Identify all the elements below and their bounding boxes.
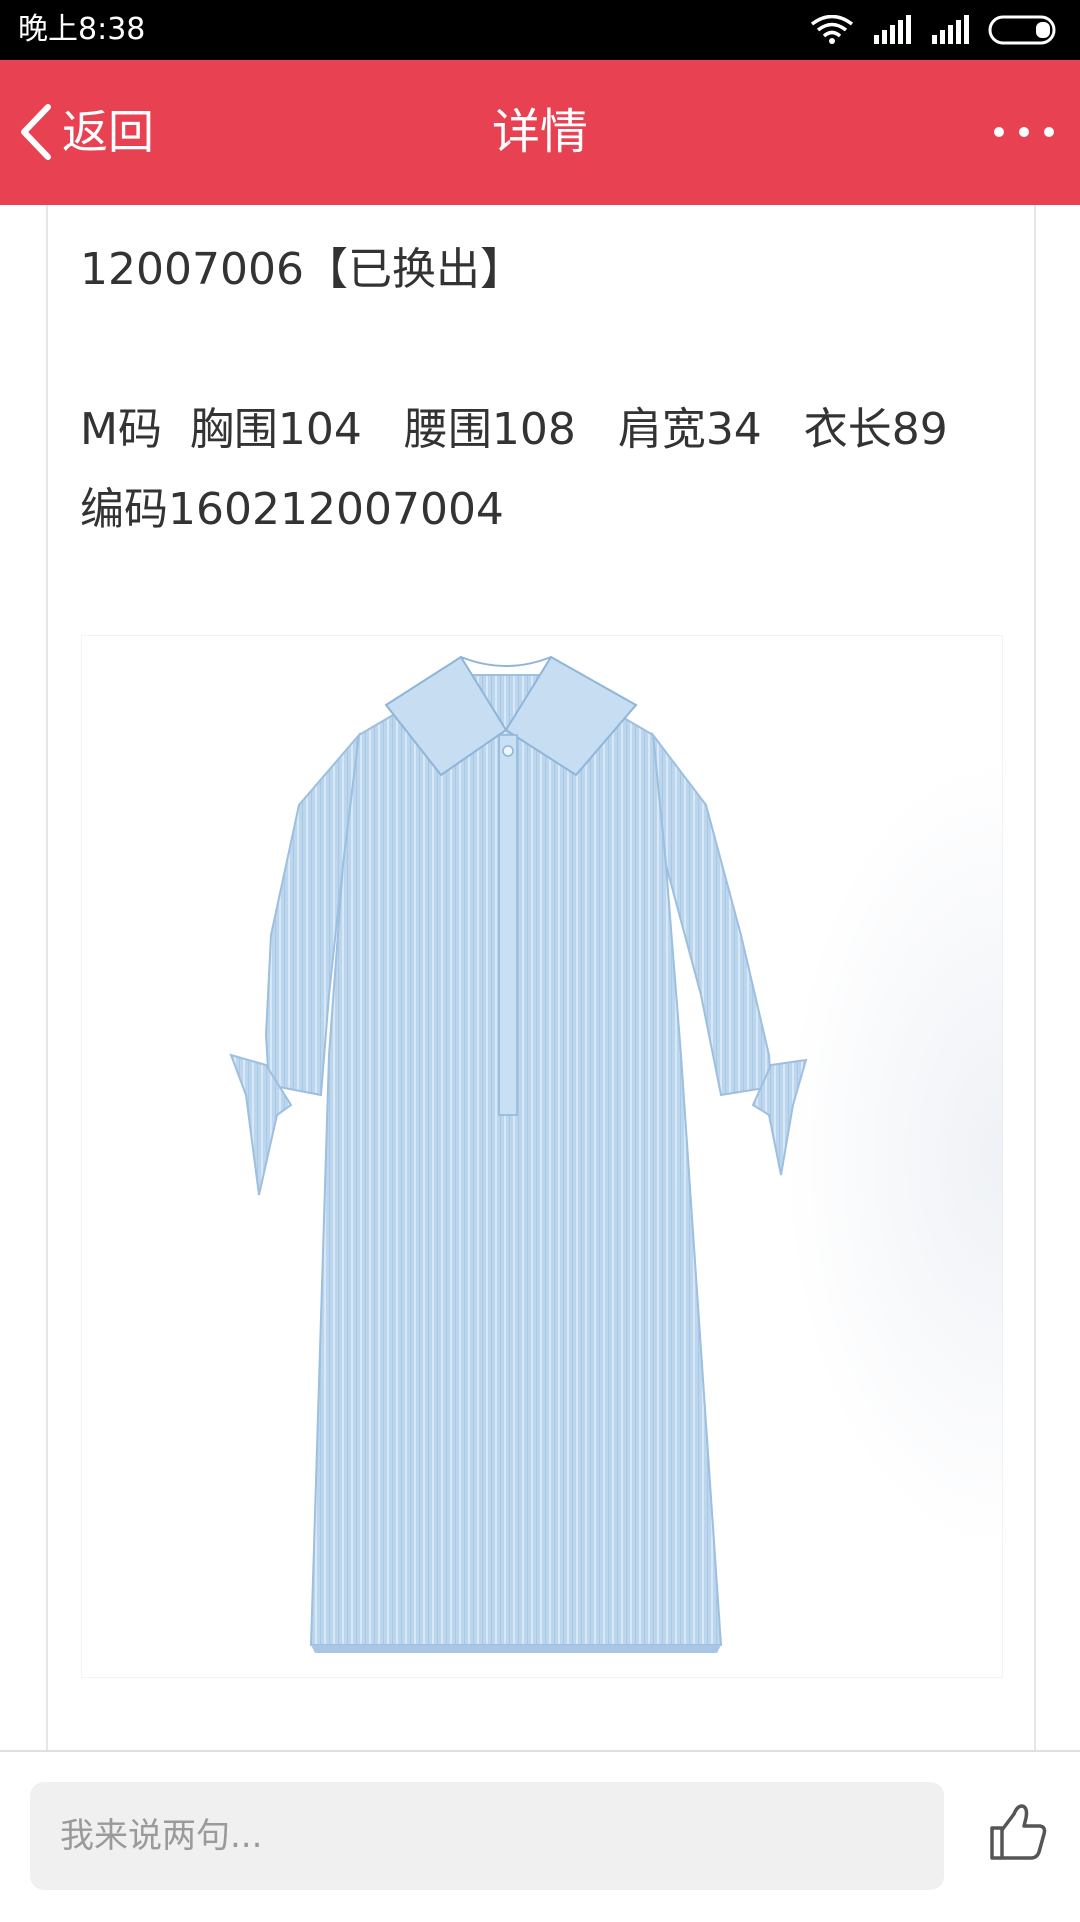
page-title: 详情 — [491, 104, 588, 160]
product-image[interactable] — [81, 635, 1003, 1678]
post-text-line-1: 12007006【已换出】 — [80, 244, 524, 295]
post-content: 12007006【已换出】 M码 胸围104 腰围108 肩宽34 衣长89 编… — [46, 205, 1036, 1750]
more-dot — [1044, 127, 1054, 137]
signal-icon — [874, 15, 911, 44]
wifi-icon — [810, 15, 854, 44]
more-dot — [994, 127, 1004, 137]
post-text-line-2: M码 胸围104 腰围108 肩宽34 衣长89 编码160212007004 — [80, 404, 990, 535]
app-header: 返回 详情 — [0, 60, 1080, 205]
bottom-bar: 我来说两句... — [0, 1750, 1080, 1922]
comment-input[interactable]: 我来说两句... — [30, 1782, 944, 1890]
thumbs-up-icon[interactable] — [986, 1800, 1050, 1864]
more-dot — [1019, 127, 1029, 137]
more-icon[interactable] — [994, 110, 1054, 154]
battery-icon — [988, 15, 1056, 45]
status-bar: 晚上8:38 — [0, 0, 1080, 60]
status-time: 晚上8:38 — [18, 12, 146, 47]
status-icons — [810, 14, 1060, 46]
dress-illustration — [229, 655, 808, 1653]
signal-icon — [932, 15, 969, 44]
